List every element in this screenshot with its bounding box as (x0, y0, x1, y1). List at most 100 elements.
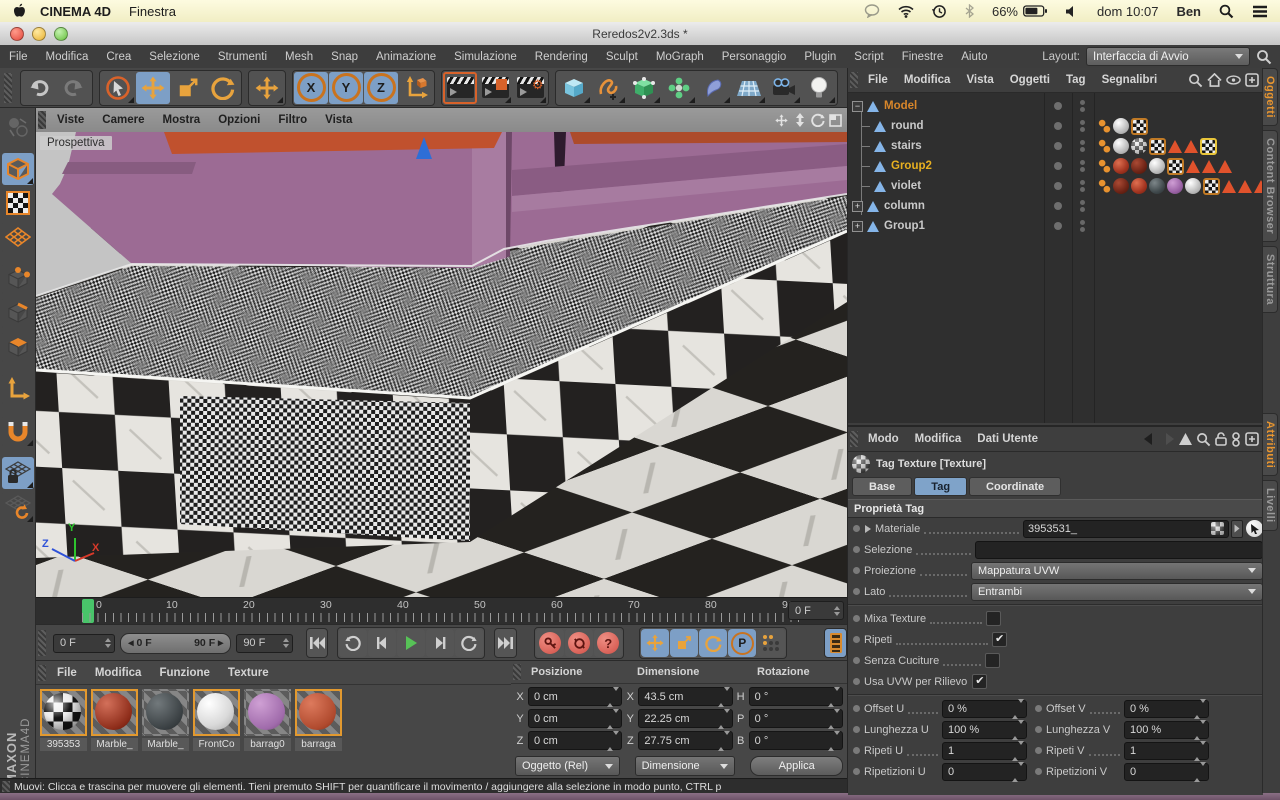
am-search-icon[interactable] (1196, 432, 1211, 447)
om-home-icon[interactable] (1207, 73, 1222, 87)
editor-dot[interactable] (1080, 100, 1085, 105)
visibility-dot[interactable] (1054, 102, 1062, 110)
visibility-dot[interactable] (1054, 142, 1062, 150)
add-deformer-button[interactable] (697, 72, 731, 104)
param-dot[interactable] (1035, 768, 1042, 775)
material-item[interactable]: FrontCo (193, 689, 240, 751)
proiezione-dropdown[interactable]: Mappatura UVW (971, 562, 1263, 580)
material-item[interactable]: Marble_ (91, 689, 138, 751)
sphere-purple-tag-icon[interactable] (1167, 178, 1183, 194)
workplane-lock-button[interactable] (2, 457, 34, 489)
lock-z-axis-button[interactable]: Z (364, 72, 398, 104)
param-dot[interactable] (853, 525, 860, 532)
zoom-window-button[interactable] (54, 27, 68, 41)
toolbar-grip[interactable] (4, 73, 12, 103)
menu-file[interactable]: File (0, 51, 37, 63)
sphere-red-tag-icon[interactable] (1131, 178, 1147, 194)
lunghezza-v-field[interactable] (1124, 721, 1209, 739)
menu-finestre[interactable]: Finestre (893, 51, 953, 63)
editor-dot[interactable] (1080, 160, 1085, 165)
rotate-tool[interactable] (206, 72, 240, 104)
param-dot[interactable] (853, 768, 860, 775)
param-dot[interactable] (853, 657, 860, 664)
editor-dot[interactable] (1080, 120, 1085, 125)
material-item[interactable]: barrag0 (244, 689, 291, 751)
vp-menu-mostra[interactable]: Mostra (153, 114, 209, 126)
param-dot[interactable] (1035, 705, 1042, 712)
render-to-picture-viewer-button[interactable] (478, 72, 512, 104)
lock-x-axis-button[interactable]: X (294, 72, 328, 104)
om-menu-file[interactable]: File (860, 74, 896, 86)
om-grip[interactable] (850, 72, 858, 88)
expand-arrow-icon[interactable] (864, 524, 872, 534)
material-thumbnail-red-marble[interactable] (91, 689, 138, 736)
timeline-window-button[interactable] (824, 628, 847, 658)
add-camera-button[interactable] (767, 72, 801, 104)
layout-search-icon[interactable] (1256, 49, 1272, 65)
play-backwards-button[interactable] (339, 629, 367, 657)
tab-content-browser[interactable]: Content Browser (1263, 130, 1278, 242)
vp-menu-camere[interactable]: Camere (93, 114, 153, 126)
time-machine-icon[interactable] (932, 4, 947, 19)
material-thumbnail-purple[interactable] (244, 689, 291, 736)
material-thumbnail-orange[interactable] (295, 689, 342, 736)
object-row-violet[interactable]: violet (848, 176, 1263, 196)
record-keyframe-button[interactable] (536, 629, 564, 657)
materiale-field[interactable] (1023, 520, 1229, 538)
tri-tag-icon[interactable] (1168, 140, 1182, 153)
start-frame-field[interactable]: 0 F (53, 634, 115, 653)
am-grip[interactable] (850, 431, 858, 447)
render-dot[interactable] (1080, 207, 1085, 212)
vp-menu-filtro[interactable]: Filtro (269, 114, 316, 126)
ripetizioni-u-field[interactable] (942, 763, 1027, 781)
autokeying-button[interactable] (565, 629, 593, 657)
goto-start-button[interactable] (306, 628, 329, 658)
sphere-checker-tag-icon[interactable] (1131, 138, 1147, 154)
dots-tag-icon[interactable] (1098, 178, 1111, 194)
dimension-z-field[interactable] (638, 731, 732, 750)
render-dot[interactable] (1080, 107, 1085, 112)
status-grip[interactable] (2, 781, 10, 792)
sphere-white-tag-icon[interactable] (1149, 158, 1165, 174)
dimension-y-field[interactable] (638, 709, 732, 728)
menu-crea[interactable]: Crea (97, 51, 140, 63)
apply-button[interactable]: Applica (750, 756, 843, 776)
am-menu-modifica[interactable]: Modifica (907, 433, 970, 445)
coord-mode-dropdown[interactable]: Oggetto (Rel) (515, 756, 620, 776)
points-mode-button[interactable] (2, 263, 34, 295)
menu-snap[interactable]: Snap (322, 51, 367, 63)
am-history-forward-icon[interactable] (1161, 433, 1175, 445)
apple-menu-icon[interactable] (12, 3, 26, 19)
viewport-3d-canvas[interactable] (36, 132, 847, 597)
menu-selezione[interactable]: Selezione (140, 51, 209, 63)
tab-tag[interactable]: Tag (914, 477, 967, 496)
viewport-maximize-icon[interactable] (828, 113, 843, 128)
add-spline-button[interactable] (592, 72, 626, 104)
notification-bubble-icon[interactable] (864, 4, 880, 18)
texture-mode-button[interactable] (2, 187, 34, 219)
om-menu-oggetti[interactable]: Oggetti (1002, 74, 1058, 86)
tag-checker-tag-icon[interactable] (1149, 138, 1166, 155)
param-dot[interactable] (853, 636, 860, 643)
om-search-icon[interactable] (1188, 73, 1203, 88)
ripeti-v-field[interactable] (1124, 742, 1209, 760)
sphere-white-tag-icon[interactable] (1113, 118, 1129, 134)
key-position-toggle[interactable] (641, 629, 669, 657)
param-dot[interactable] (853, 726, 860, 733)
param-dot[interactable] (1035, 726, 1042, 733)
object-tree[interactable]: − Model round stairs Group2 (848, 93, 1263, 423)
snap-magnet-button[interactable] (2, 415, 34, 447)
viewport-pan-icon[interactable] (774, 113, 789, 128)
param-dot[interactable] (853, 588, 860, 595)
render-dot[interactable] (1080, 187, 1085, 192)
am-add-panel-icon[interactable] (1245, 432, 1259, 446)
om-menu-segnalibri[interactable]: Segnalibri (1094, 74, 1166, 86)
ripetizioni-v-field[interactable] (1124, 763, 1209, 781)
tri-tag-icon[interactable] (1186, 160, 1200, 173)
rotation-b-field[interactable] (749, 731, 843, 750)
tab-base[interactable]: Base (852, 477, 912, 496)
rotation-h-field[interactable] (749, 687, 843, 706)
window-titlebar[interactable]: Reredos2v2.3ds * (0, 22, 1280, 46)
frame-spinner[interactable]: 0 F (788, 601, 844, 620)
workplane-rotate-button[interactable] (2, 491, 34, 523)
